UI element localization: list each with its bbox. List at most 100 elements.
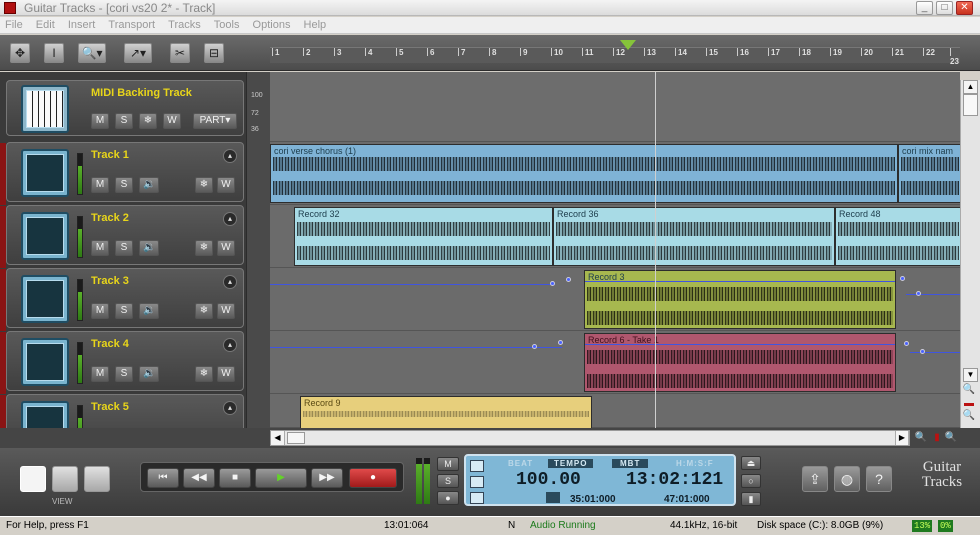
audio-clip[interactable]: Record 32 (294, 207, 553, 266)
sync-icon[interactable] (470, 492, 484, 504)
clips-pane[interactable]: cori verse chorus (1) cori mix nam Recor… (270, 72, 960, 428)
fx-button[interactable]: ❄ (195, 177, 213, 193)
mute-button[interactable]: M (91, 240, 109, 256)
maximize-button[interactable]: □ (936, 1, 953, 15)
punch-icon[interactable]: ▮ (741, 492, 761, 506)
export-icon[interactable]: ⇪ (802, 466, 828, 492)
expand-button[interactable]: ▴ (223, 212, 237, 226)
menu-help[interactable]: Help (299, 17, 332, 31)
volume-envelope[interactable] (910, 352, 960, 353)
write-button[interactable]: W (217, 366, 235, 382)
solo-button[interactable]: S (115, 177, 133, 193)
master-mute-button[interactable]: M (437, 457, 459, 471)
master-arm-button[interactable]: ● (437, 491, 459, 505)
input-echo-icon[interactable]: 🔉 (139, 240, 160, 256)
volume-envelope[interactable] (270, 284, 555, 285)
lane-track-4[interactable]: Record 6 - Take 1 (270, 331, 960, 394)
zoom-out-vertical-icon[interactable]: 🔍 (962, 410, 976, 422)
audio-clip[interactable]: Record 3 (584, 270, 896, 329)
lane-track-5[interactable]: Record 9 (270, 394, 960, 428)
help-icon[interactable]: ? (866, 466, 892, 492)
volume-envelope[interactable] (906, 294, 960, 295)
track-name[interactable]: Track 1 (91, 149, 129, 161)
lane-track-1[interactable]: cori verse chorus (1) cori mix nam (270, 142, 960, 205)
mute-button[interactable]: M (91, 177, 109, 193)
close-button[interactable]: ✕ (956, 1, 973, 15)
volume-envelope[interactable] (585, 344, 895, 345)
track-view-button[interactable] (20, 466, 46, 492)
tempo-label[interactable]: TEMPO (548, 459, 594, 468)
input-echo-icon[interactable]: 🔉 (139, 177, 160, 193)
vertical-scrollbar[interactable]: ▲ ▼ (960, 80, 980, 428)
scroll-up-arrow[interactable]: ▲ (963, 80, 978, 94)
guitar-tuner-icon[interactable]: ◍ (834, 466, 860, 492)
stop-button[interactable]: ■ (219, 468, 251, 488)
menu-options[interactable]: Options (248, 17, 296, 31)
audio-clip[interactable]: Record 48 (835, 207, 960, 266)
metronome-icon[interactable] (470, 460, 484, 472)
volume-envelope[interactable] (585, 281, 895, 282)
now-time-marker[interactable] (620, 40, 636, 50)
input-echo-icon[interactable]: 🔉 (139, 366, 160, 382)
track-name[interactable]: MIDI Backing Track (91, 87, 192, 99)
scroll-right-arrow[interactable]: ▶ (895, 431, 909, 445)
zoom-tool-icon[interactable]: 🔍▾ (78, 43, 106, 63)
track-header-4[interactable]: Track 4 ▴ M S 🔉 ❄ W (0, 331, 244, 394)
write-button[interactable]: W (163, 113, 181, 129)
scroll-thumb[interactable] (963, 94, 978, 116)
write-button[interactable]: W (217, 240, 235, 256)
expand-button[interactable]: ▴ (223, 338, 237, 352)
menu-file[interactable]: File (0, 17, 28, 31)
loop-icon[interactable] (546, 492, 560, 503)
rewind-to-start-button[interactable]: ⏮ (147, 468, 179, 488)
fx-button[interactable]: ❄ (195, 240, 213, 256)
scroll-left-arrow[interactable]: ◀ (271, 431, 285, 445)
smart-tool-icon[interactable]: ✥ (10, 43, 30, 63)
mute-button[interactable]: M (91, 303, 109, 319)
fx-button[interactable]: ❄ (195, 366, 213, 382)
minimize-button[interactable]: _ (916, 1, 933, 15)
time-value[interactable]: 13:02:121 (626, 470, 723, 490)
tempo-value[interactable]: 100.00 (516, 470, 581, 490)
play-button[interactable]: ▶ (255, 468, 307, 488)
fast-forward-button[interactable]: ▶▶ (311, 468, 343, 488)
audio-clip[interactable]: cori mix nam (898, 144, 960, 203)
loop-start-value[interactable]: 35:01:000 (570, 494, 616, 505)
input-icon[interactable]: ⏏ (741, 456, 761, 470)
track-name[interactable]: Track 2 (91, 212, 129, 224)
menu-tools[interactable]: Tools (209, 17, 245, 31)
scroll-thumb[interactable] (287, 432, 305, 444)
horizontal-scrollbar[interactable]: ◀ ▶ (270, 430, 910, 446)
loop-end-value[interactable]: 47:01:000 (664, 494, 710, 505)
solo-button[interactable]: S (115, 303, 133, 319)
snap-tool-icon[interactable]: ⊟ (204, 43, 224, 63)
mute-button[interactable]: M (91, 113, 109, 129)
audio-clip[interactable]: Record 6 - Take 1 (584, 333, 896, 392)
track-header-5[interactable]: Track 5 ▴ (0, 394, 244, 428)
rewind-button[interactable]: ◀◀ (183, 468, 215, 488)
zoom-in-horizontal-icon[interactable]: 🔍 (944, 432, 958, 444)
fx-button[interactable]: ❄ (139, 113, 157, 129)
solo-button[interactable]: S (115, 366, 133, 382)
input-echo-icon[interactable]: 🔉 (139, 303, 160, 319)
zoom-marker-icon[interactable]: ▮ (930, 432, 944, 444)
envelope-node[interactable] (900, 276, 905, 281)
console-view-button[interactable] (52, 466, 78, 492)
mute-button[interactable]: M (91, 366, 109, 382)
expand-button[interactable]: ▴ (223, 401, 237, 415)
envelope-node[interactable] (566, 277, 571, 282)
track-name[interactable]: Track 5 (91, 401, 129, 413)
part-dropdown[interactable]: PART▾ (193, 113, 237, 129)
split-tool-icon[interactable]: ✂ (170, 43, 190, 63)
text-tool-icon[interactable]: I (44, 43, 64, 63)
scroll-down-arrow[interactable]: ▼ (963, 368, 978, 382)
volume-envelope[interactable] (270, 347, 562, 348)
time-ruler[interactable]: 1 2 3 4 5 6 7 8 9 10 11 12 13 14 15 16 1… (270, 47, 960, 66)
zoom-in-vertical-icon[interactable]: 🔍 (962, 384, 976, 396)
fx-button[interactable]: ❄ (195, 303, 213, 319)
track-header-2[interactable]: Track 2 ▴ M S 🔉 ❄ W (0, 205, 244, 268)
solo-button[interactable]: S (115, 113, 133, 129)
envelope-node[interactable] (904, 341, 909, 346)
zoom-marker-icon[interactable]: ▬ (962, 398, 976, 410)
snapshot-view-button[interactable] (84, 466, 110, 492)
